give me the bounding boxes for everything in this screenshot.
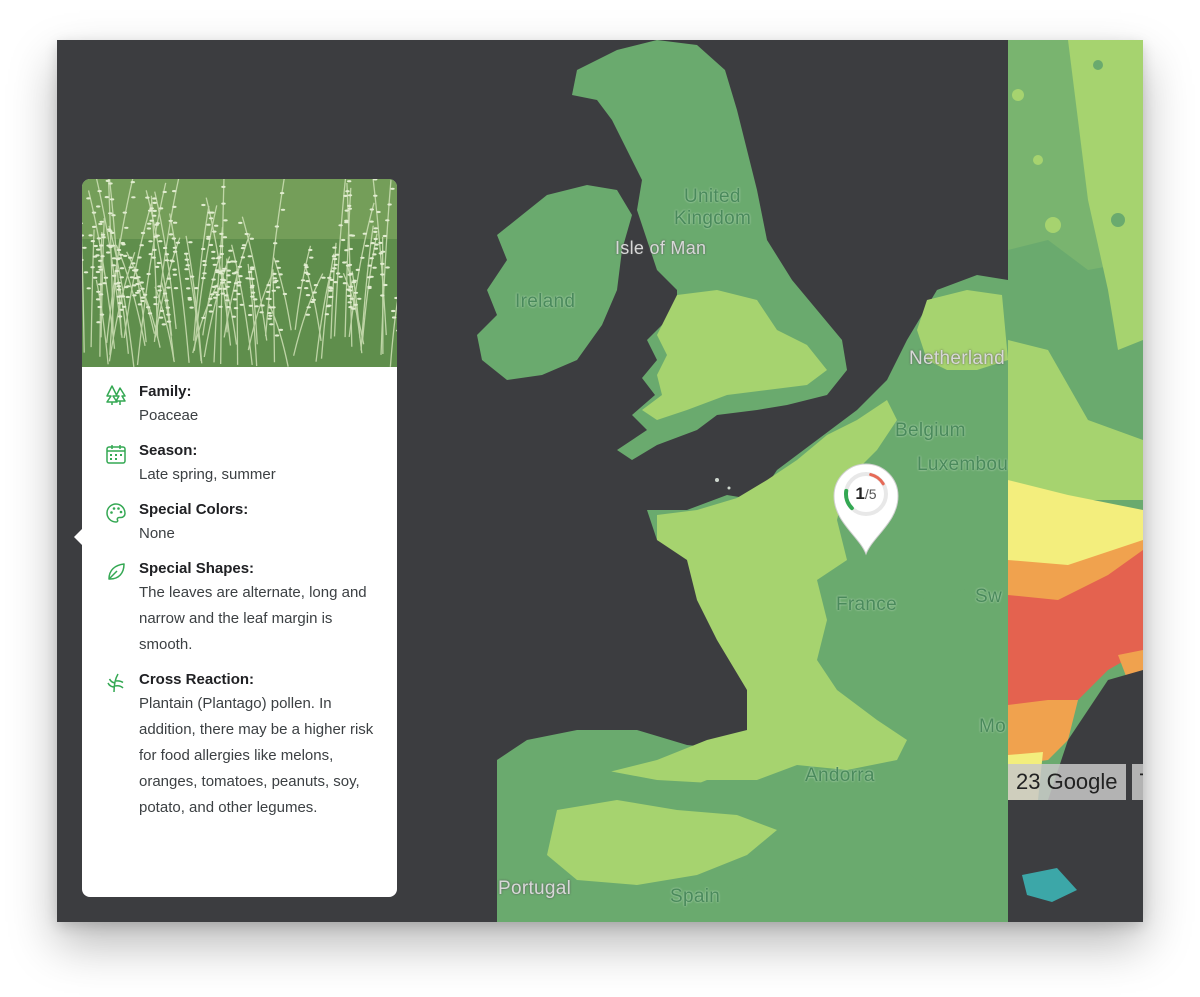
pollen-heatmap-tile (1008, 40, 1143, 800)
label-united-kingdom-1: United (684, 186, 741, 207)
label-isle-of-man: Isle of Man (615, 238, 707, 258)
grass-photo (82, 179, 397, 367)
label-france: France (836, 594, 897, 615)
index-value: 1/5 (829, 484, 903, 504)
tree-icon (106, 385, 126, 405)
island (727, 486, 731, 490)
cross-reaction-value: Plantain (Plantago) pollen. In addition,… (139, 695, 374, 816)
label-ireland: Ireland (515, 291, 576, 312)
index-denominator: /5 (864, 486, 877, 502)
pollen-index-marker[interactable]: 1/5 (829, 456, 903, 556)
label-netherlands: Netherland (909, 348, 1005, 369)
season-label: Season: (139, 442, 198, 459)
label-andorra: Andorra (805, 765, 875, 786)
cross-reaction-label: Cross Reaction: (139, 671, 255, 688)
palette-icon (106, 503, 126, 523)
label-portugal: Portugal (498, 878, 572, 899)
attribution-copyright: 23 Google (1008, 764, 1126, 800)
index-numerator: 1 (855, 484, 865, 503)
island (715, 478, 719, 482)
label-spain: Spain (670, 886, 721, 907)
cross-reaction-row: Cross Reaction: Plantain (Plantago) poll… (82, 669, 397, 821)
label-belgium: Belgium (895, 420, 966, 441)
family-row: Family: Poaceae (82, 381, 397, 429)
colors-label: Special Colors: (139, 501, 249, 518)
label-monaco: Mo (979, 716, 1006, 737)
plant-info-card: Family: Poaceae Season: Late spring, sum… (74, 179, 397, 897)
attribution-terms-link[interactable]: T (1131, 764, 1143, 800)
label-united-kingdom-2: Kingdom (674, 208, 752, 229)
shapes-row: Special Shapes: The leaves are alternate… (82, 558, 397, 658)
label-switzerland: Sw (975, 586, 1002, 607)
map-attribution: 23 Google T (1008, 764, 1143, 800)
map-pin-icon (833, 463, 899, 556)
plant-details: Family: Poaceae Season: Late spring, sum… (82, 367, 397, 821)
map-window[interactable]: United Kingdom Isle of Man Ireland Nethe… (57, 40, 1143, 922)
colors-row: Special Colors: None (82, 499, 397, 547)
season-value: Late spring, summer (139, 466, 276, 483)
grass-icon (107, 673, 124, 693)
leaf-icon (108, 563, 125, 580)
family-label: Family: (139, 383, 192, 400)
shapes-label: Special Shapes: (139, 560, 255, 577)
family-value: Poaceae (139, 407, 199, 424)
season-row: Season: Late spring, summer (82, 440, 397, 488)
label-luxembourg: Luxembou (917, 454, 1009, 475)
heatmap-graphic (1008, 40, 1143, 800)
colors-value: None (139, 525, 175, 542)
shapes-value: The leaves are alternate, long and narro… (139, 584, 367, 653)
calendar-icon (106, 445, 126, 464)
